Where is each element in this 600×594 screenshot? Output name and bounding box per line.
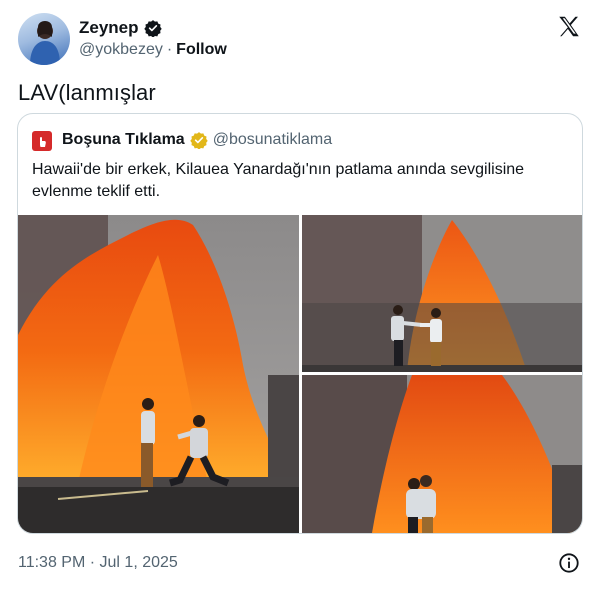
author-name[interactable]: Zeynep xyxy=(79,18,139,38)
gold-verified-badge-icon xyxy=(190,132,208,149)
quoted-author-avatar[interactable] xyxy=(32,131,52,151)
tweet-timestamp[interactable]: 11:38 PM · Jul 1, 2025 xyxy=(18,554,178,572)
author-avatar[interactable] xyxy=(18,13,70,65)
x-logo-icon[interactable] xyxy=(556,14,582,40)
quoted-author-handle[interactable]: @bosunatiklama xyxy=(213,131,332,149)
verified-badge-icon xyxy=(143,20,162,37)
info-icon[interactable] xyxy=(558,552,580,574)
quoted-tweet-text: Hawaii'de bir erkek, Kilauea Yanardağı'n… xyxy=(32,161,525,200)
quoted-author-name[interactable]: Boşuna Tıklama xyxy=(62,131,185,149)
quoted-tweet-card[interactable]: Boşuna Tıklama @bosunatiklama Hawaii'de … xyxy=(17,113,583,534)
author-handle[interactable]: @yokbezey xyxy=(79,41,163,59)
proposal-kneeling-photo[interactable] xyxy=(18,215,299,533)
follow-button[interactable]: Follow xyxy=(176,41,227,59)
tweet-text: LAV(lanmışlar xyxy=(18,80,156,105)
couple-hugging-photo[interactable] xyxy=(302,375,582,533)
couple-standing-photo[interactable] xyxy=(302,215,582,372)
separator-dot: · xyxy=(166,41,173,58)
